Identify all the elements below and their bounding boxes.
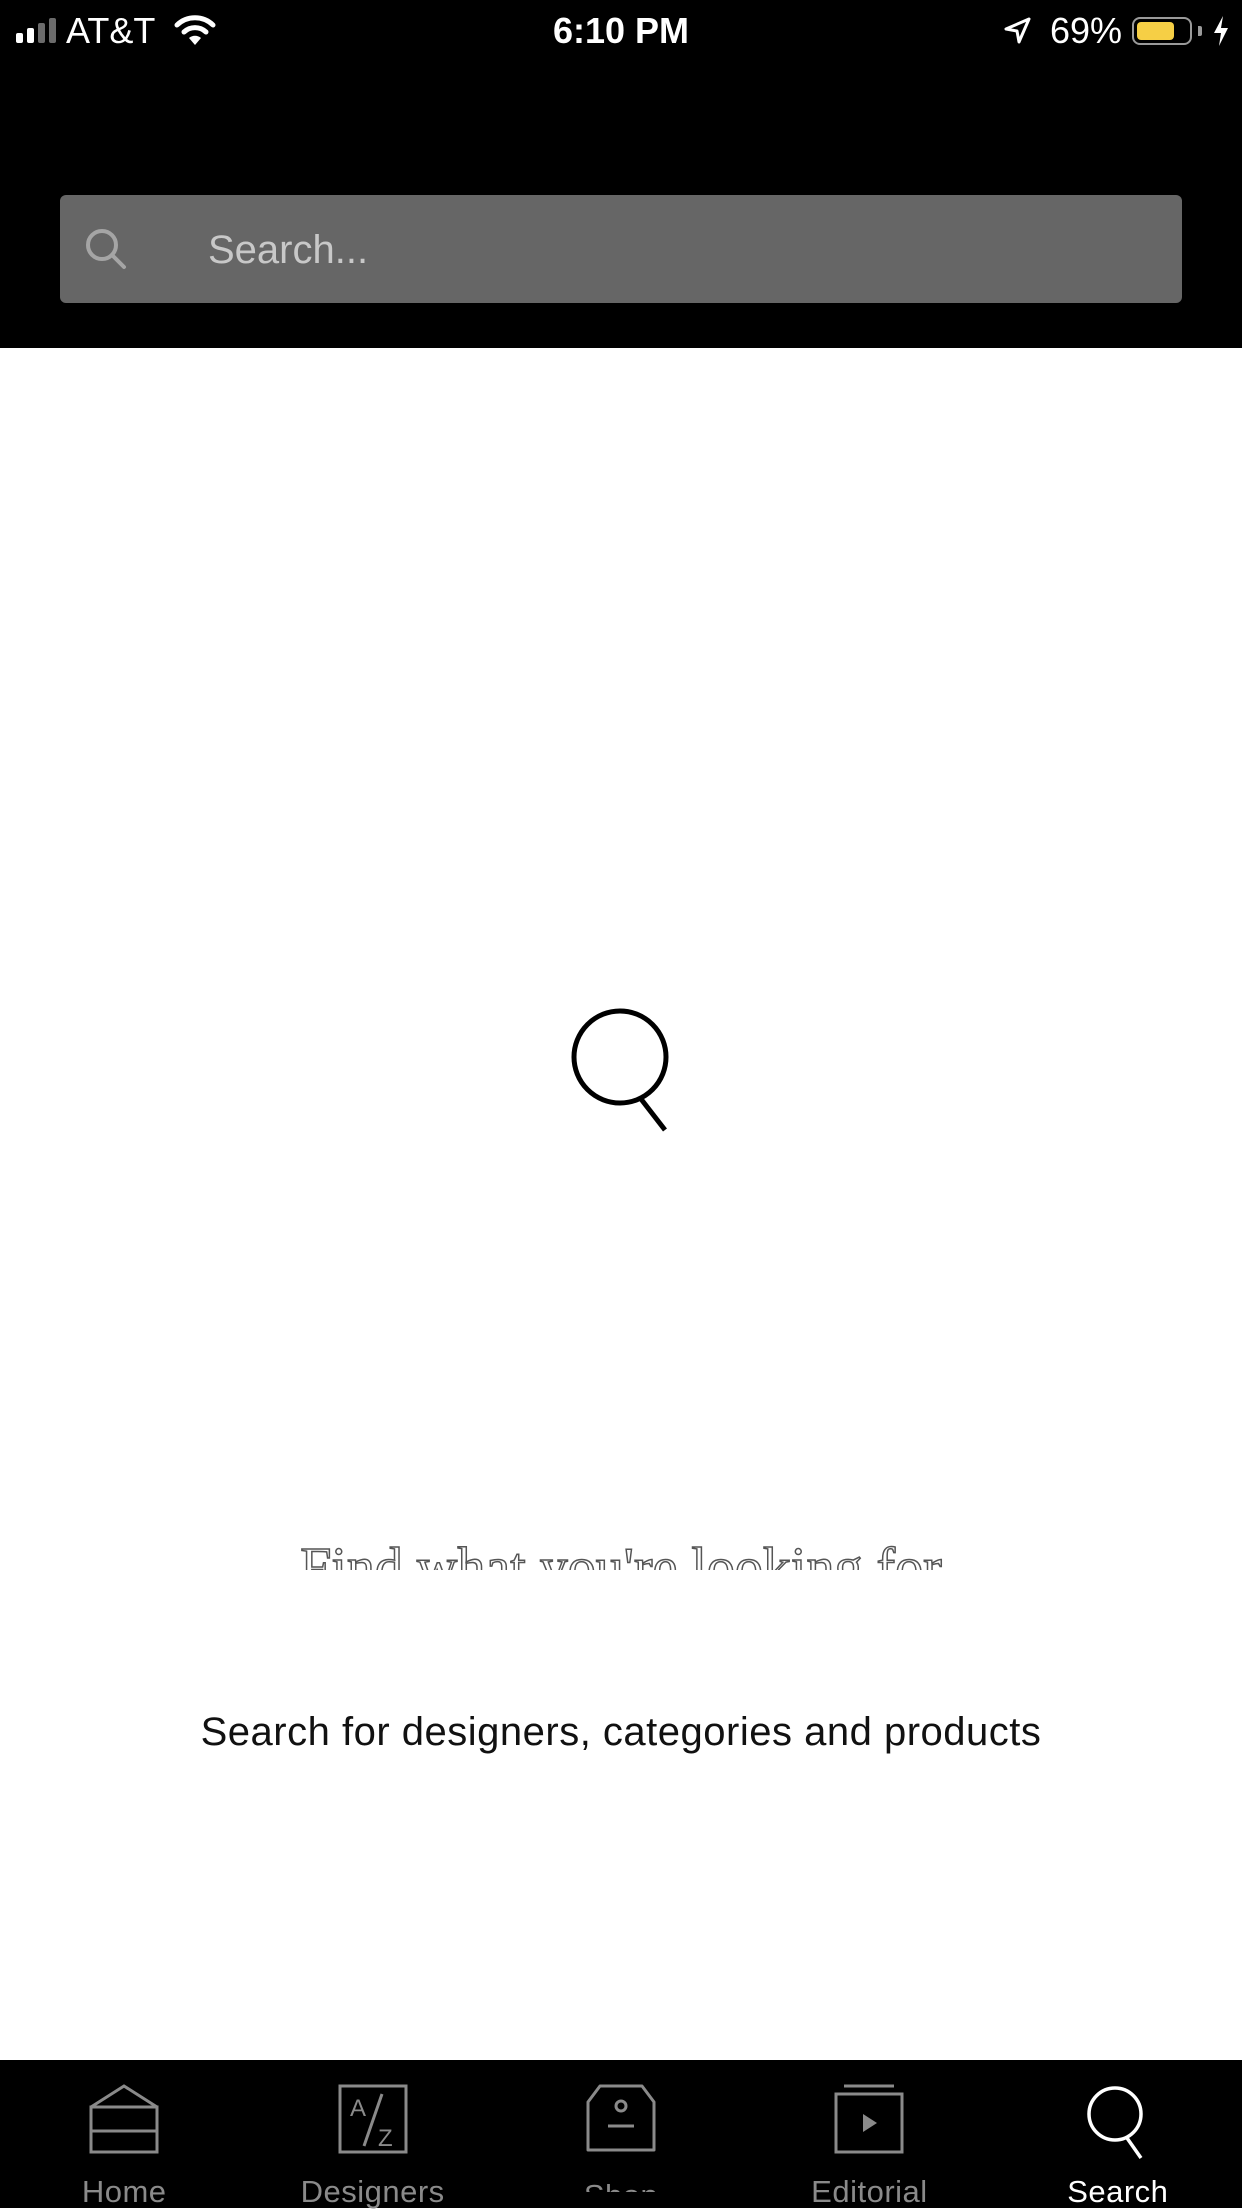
battery-level [1137,22,1174,40]
tab-shop[interactable]: Shop [497,2060,745,2208]
tab-search[interactable]: Search [994,2060,1242,2209]
tab-label: Search [1067,2174,1169,2209]
search-empty-state: Find what you're looking for Search for … [0,348,1242,2060]
tab-label: Home [81,2174,167,2209]
search-icon [1087,2086,1143,2160]
search-bar[interactable] [60,195,1182,305]
header: AT&T 6:10 PM 69% [0,0,1242,348]
status-bar: AT&T 6:10 PM 69% [0,0,1242,62]
tab-label: Designers [300,2174,445,2209]
battery-icon [1132,17,1192,45]
search-input[interactable] [206,195,1150,305]
tab-home[interactable]: Home [0,2060,248,2209]
status-right: 69% [1002,0,1230,62]
search-icon [86,229,126,269]
empty-state-subtitle: Search for designers, categories and pro… [200,1710,1042,1754]
battery-percent: 69% [1049,10,1122,51]
svg-text:Z: Z [378,2125,393,2152]
editorial-play-icon [834,2084,904,2154]
empty-state-headline: Find what you're looking for [299,1536,942,1570]
shop-tag-icon [586,2084,656,2152]
battery-nub [1198,26,1202,36]
search-icon [571,1008,669,1132]
home-icon [89,2084,159,2154]
tab-bar: Home A Z Designers Shop Editorial Sear [0,2060,1242,2209]
svg-text:A: A [350,2095,366,2122]
tab-designers[interactable]: A Z Designers [248,2060,496,2209]
tab-label: Editorial [811,2174,928,2209]
charging-bolt-icon [1214,16,1228,46]
tab-editorial[interactable]: Editorial [745,2060,993,2209]
location-arrow-icon [1004,17,1031,44]
tab-label: Shop [497,2178,745,2192]
a-z-icon: A Z [338,2084,408,2154]
